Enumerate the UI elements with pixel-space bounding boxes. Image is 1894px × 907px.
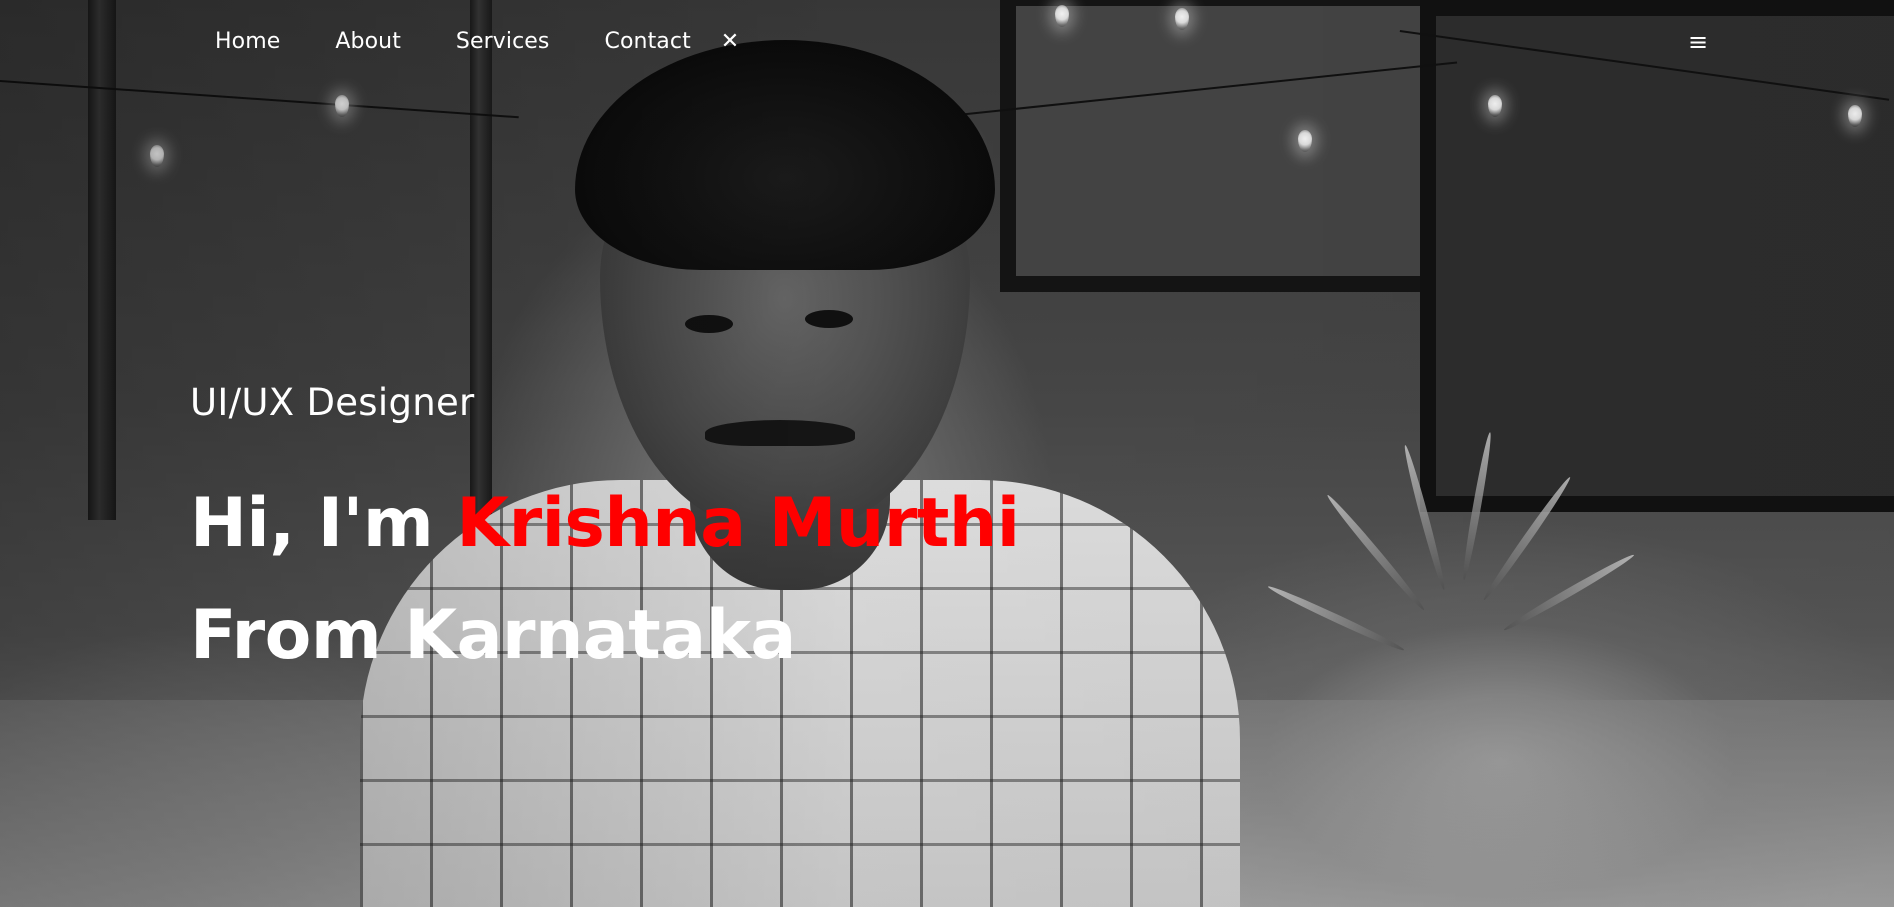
nav-link-contact[interactable]: Contact [605,26,691,58]
nav-link-about[interactable]: About [335,26,401,58]
hero-name: Krishna Murthi [456,484,1020,563]
hero-section: Home About Services Contact ✕ ≡ UI/UX De… [0,0,1894,907]
hero-location: From Karnataka [190,596,796,675]
nav-link-home[interactable]: Home [215,26,280,58]
nav-link-services[interactable]: Services [456,26,550,58]
hero-greeting: Hi, I'm [190,484,457,563]
hero-text: UI/UX Designer Hi, I'm Krishna Murthi Fr… [190,378,1020,692]
main-navigation: Home About Services Contact ✕ [215,26,739,58]
hamburger-menu-icon[interactable]: ≡ [1688,26,1708,58]
hero-role: UI/UX Designer [190,381,475,424]
close-icon[interactable]: ✕ [721,26,739,58]
hero-headline: Hi, I'm Krishna Murthi [190,468,1020,580]
